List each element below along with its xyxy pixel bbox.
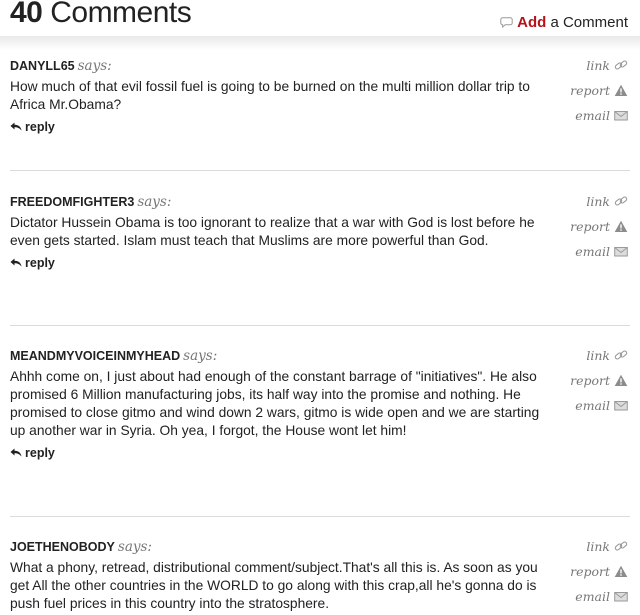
report-action[interactable]: report: [548, 564, 628, 589]
warning-icon: [614, 84, 628, 96]
says-label: says:: [77, 58, 112, 74]
link-action[interactable]: link: [548, 58, 628, 83]
email-label: email: [575, 398, 610, 413]
comment-text: Dictator Hussein Obama is too ignorant t…: [10, 215, 535, 248]
says-label: says:: [117, 539, 152, 555]
email-action[interactable]: email: [548, 108, 628, 133]
link-action[interactable]: link: [548, 194, 628, 219]
comment-actions: link report email: [548, 539, 628, 614]
envelope-icon: [614, 247, 628, 257]
comment-count-heading: 40 Comments: [10, 0, 192, 30]
chain-link-icon: [614, 350, 628, 360]
author-name[interactable]: FREEDOMFIGHTER3: [10, 195, 134, 209]
report-label: report: [570, 373, 610, 388]
link-label: link: [586, 58, 610, 73]
comment-author: DANYLL65 says:: [10, 58, 112, 74]
reply-arrow-icon: [10, 258, 22, 267]
warning-icon: [614, 374, 628, 386]
email-label: email: [575, 244, 610, 259]
comment-text: Ahhh come on, I just about had enough of…: [10, 369, 540, 438]
speech-bubble-icon: [500, 17, 513, 28]
report-label: report: [570, 219, 610, 234]
comment-item: JOETHENOBODY says: What a phony, retread,…: [10, 539, 630, 615]
comment-item: FREEDOMFIGHTER3 says: Dictator Hussein Ob…: [10, 194, 630, 304]
email-action[interactable]: email: [548, 398, 628, 423]
add-comment-link[interactable]: Add a Comment: [500, 14, 628, 31]
comment-body: Ahhh come on, I just about had enough of…: [10, 368, 555, 462]
reply-button[interactable]: reply: [10, 118, 555, 136]
reply-button[interactable]: reply: [10, 254, 555, 272]
comment-body: What a phony, retread, distributional co…: [10, 559, 555, 613]
add-label: Add: [517, 14, 547, 31]
comment-author: JOETHENOBODY says:: [10, 539, 152, 555]
report-label: report: [570, 83, 610, 98]
report-label: report: [570, 564, 610, 579]
warning-icon: [614, 220, 628, 232]
comment-divider: [10, 325, 630, 326]
comment-text: How much of that evil fossil fuel is goi…: [10, 79, 530, 112]
chain-link-icon: [614, 541, 628, 551]
report-action[interactable]: report: [548, 83, 628, 108]
author-name[interactable]: JOETHENOBODY: [10, 540, 115, 554]
author-name[interactable]: MEANDMYVOICEINMYHEAD: [10, 349, 180, 363]
chain-link-icon: [614, 196, 628, 206]
comment-actions: link report email: [548, 194, 628, 269]
report-action[interactable]: report: [548, 373, 628, 398]
comment-author: FREEDOMFIGHTER3 says:: [10, 194, 171, 210]
header-shadow: [0, 36, 640, 50]
comment-divider: [10, 516, 630, 517]
comment-item: DANYLL65 says: How much of that evil foss…: [10, 58, 630, 153]
reply-arrow-icon: [10, 448, 22, 457]
link-action[interactable]: link: [548, 348, 628, 373]
chain-link-icon: [614, 60, 628, 70]
link-label: link: [586, 539, 610, 554]
email-action[interactable]: email: [548, 589, 628, 614]
link-action[interactable]: link: [548, 539, 628, 564]
author-name[interactable]: DANYLL65: [10, 59, 75, 73]
comment-actions: link report email: [548, 58, 628, 133]
envelope-icon: [614, 401, 628, 411]
warning-icon: [614, 565, 628, 577]
says-label: says:: [183, 348, 218, 364]
link-label: link: [586, 348, 610, 363]
comment-text: What a phony, retread, distributional co…: [10, 560, 538, 611]
reply-arrow-icon: [10, 122, 22, 131]
link-label: link: [586, 194, 610, 209]
email-label: email: [575, 108, 610, 123]
report-action[interactable]: report: [548, 219, 628, 244]
envelope-icon: [614, 592, 628, 602]
email-action[interactable]: email: [548, 244, 628, 269]
comment-item: MEANDMYVOICEINMYHEAD says: Ahhh come on, …: [10, 348, 630, 493]
envelope-icon: [614, 111, 628, 121]
comment-body: How much of that evil fossil fuel is goi…: [10, 78, 555, 136]
comments-header: 40 Comments Add a Comment: [0, 0, 640, 38]
reply-label: reply: [25, 256, 55, 270]
comment-actions: link report email: [548, 348, 628, 423]
add-suffix: a Comment: [550, 14, 628, 31]
comment-count-label: Comments: [50, 0, 192, 29]
reply-label: reply: [25, 446, 55, 460]
says-label: says:: [137, 194, 172, 210]
reply-label: reply: [25, 120, 55, 134]
comment-author: MEANDMYVOICEINMYHEAD says:: [10, 348, 217, 364]
comment-body: Dictator Hussein Obama is too ignorant t…: [10, 214, 555, 272]
email-label: email: [575, 589, 610, 604]
comment-divider: [10, 170, 630, 171]
reply-button[interactable]: reply: [10, 444, 555, 462]
comment-count: 40: [10, 0, 43, 29]
